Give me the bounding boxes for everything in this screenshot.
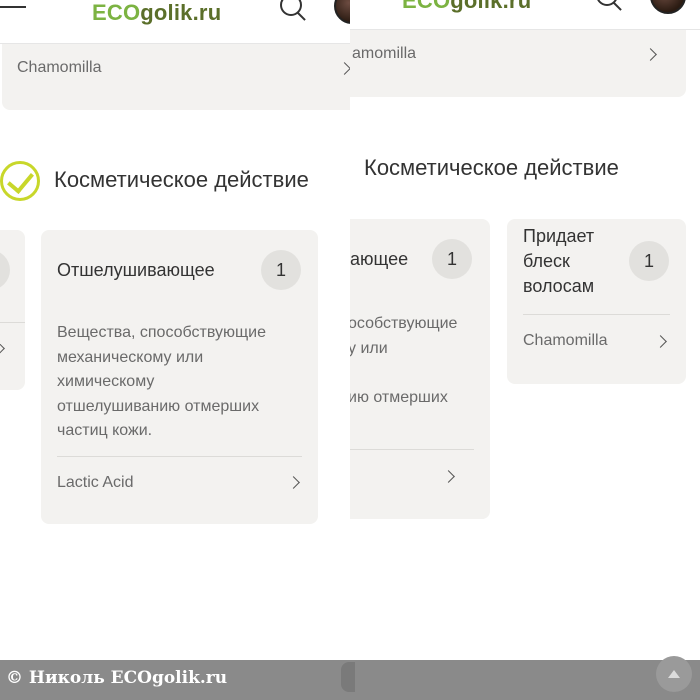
section-title: Косметическое действие (364, 155, 619, 180)
ingredient-link[interactable]: Chamomilla (17, 59, 101, 77)
card-title: Придает блеск волосам (523, 226, 595, 296)
ingredient-link[interactable]: Lactic Acid (57, 474, 133, 492)
right-screenshot-panel: ECOgolik.ru amomilla Косметическое дейст… (350, 0, 700, 660)
menu-icon[interactable] (0, 0, 28, 16)
card-divider (350, 449, 474, 450)
site-header: ECOgolik.ru (350, 0, 700, 30)
chevron-right-icon[interactable] (442, 470, 455, 483)
user-avatar[interactable] (650, 0, 686, 14)
partial-pill (341, 662, 355, 692)
search-icon[interactable] (596, 0, 622, 11)
count-badge (0, 250, 10, 290)
chevron-right-icon (644, 48, 657, 61)
logo-eco: ECO (402, 0, 451, 13)
card-description: Вещества, способствующие механическому и… (57, 324, 266, 439)
scroll-top-button[interactable] (656, 656, 692, 692)
count-badge: 1 (629, 241, 669, 281)
site-logo[interactable]: ECOgolik.ru (402, 0, 531, 14)
site-logo[interactable]: ECOgolik.ru (92, 0, 221, 26)
check-circle-icon (0, 161, 40, 201)
section-title: Косметическое действие (54, 167, 309, 192)
card-title: ающее (350, 249, 409, 269)
chevron-right-icon (0, 342, 5, 355)
count-badge: 1 (261, 250, 301, 290)
chevron-right-icon (338, 62, 350, 75)
chevron-right-icon[interactable] (287, 476, 300, 489)
site-header: ECOgolik.ru (0, 0, 350, 44)
logo-eco: ECO (92, 0, 141, 25)
left-screenshot-panel: ECOgolik.ru Chamomilla Косметическое дей… (0, 0, 350, 660)
search-icon[interactable] (280, 0, 306, 21)
ingredient-link[interactable]: amomilla (352, 45, 416, 63)
logo-golik: golik.ru (450, 0, 532, 13)
card-description: особствующие у или ию отмерших (350, 315, 458, 406)
logo-golik: golik.ru (140, 0, 222, 25)
user-avatar[interactable] (334, 0, 350, 24)
partial-card (0, 230, 25, 390)
prev-card: amomilla (350, 20, 686, 97)
credit-text: © Николь ECOgolik.ru (6, 668, 228, 688)
card-divider (523, 314, 670, 315)
chevron-right-icon[interactable] (654, 335, 667, 348)
card-title: Отшелушивающее (57, 260, 215, 280)
cosmetic-effect-card: Придает блеск волосам 1 Chamomilla (507, 219, 686, 384)
card-divider (57, 456, 302, 457)
cosmetic-effect-card: Отшелушивающее 1 Вещества, способствующи… (41, 230, 318, 524)
ingredient-link[interactable]: Chamomilla (523, 332, 607, 350)
count-badge: 1 (432, 239, 472, 279)
card-divider (0, 322, 25, 323)
partial-card-body: ающее 1 особствующие у или ию отмерших (350, 219, 490, 519)
